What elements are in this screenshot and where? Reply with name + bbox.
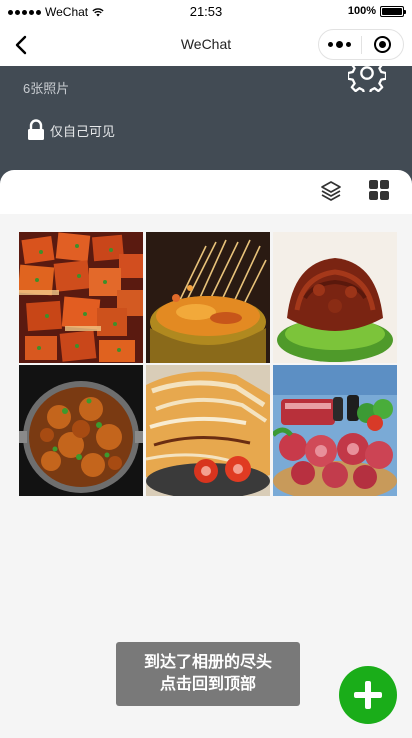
close-button[interactable] bbox=[362, 30, 404, 59]
photo-chicken-curry[interactable] bbox=[19, 365, 143, 496]
status-bar: WeChat 21:53 100% bbox=[0, 0, 412, 24]
grid-view-icon[interactable] bbox=[369, 180, 389, 200]
photo-okonomiyaki[interactable] bbox=[146, 365, 270, 496]
add-photo-button[interactable] bbox=[339, 666, 397, 724]
lock-icon bbox=[28, 119, 44, 140]
end-of-album-toast[interactable]: 到达了相册的尽头 点击回到顶部 bbox=[116, 642, 300, 706]
photo-grid bbox=[19, 232, 397, 496]
photo-skewers[interactable] bbox=[146, 232, 270, 363]
more-dots-icon bbox=[328, 41, 352, 48]
toast-line-1: 到达了相册的尽头 bbox=[143, 654, 272, 671]
close-miniprogram-icon bbox=[373, 36, 391, 53]
status-right: 100% bbox=[347, 5, 406, 17]
photo-braised-meat[interactable] bbox=[273, 232, 397, 363]
toast-line-2: 点击回到顶部 bbox=[159, 676, 256, 693]
privacy-indicator: 仅自己可见 bbox=[27, 119, 115, 141]
nav-bar: WeChat bbox=[0, 24, 412, 66]
layers-icon[interactable] bbox=[320, 180, 342, 202]
gear-icon[interactable] bbox=[348, 66, 386, 92]
plus-icon bbox=[354, 681, 382, 709]
album-toolbar bbox=[0, 170, 412, 214]
battery-percent: 100% bbox=[347, 5, 376, 17]
battery-fill bbox=[382, 7, 402, 15]
more-button[interactable] bbox=[319, 30, 361, 59]
photo-raw-meat[interactable] bbox=[273, 365, 397, 496]
miniprogram-capsule bbox=[318, 29, 404, 60]
photo-spicy-tofu[interactable] bbox=[19, 232, 143, 363]
privacy-label: 仅自己可见 bbox=[50, 123, 116, 139]
photo-count: 6张照片 bbox=[23, 81, 70, 96]
battery-icon bbox=[380, 5, 406, 17]
